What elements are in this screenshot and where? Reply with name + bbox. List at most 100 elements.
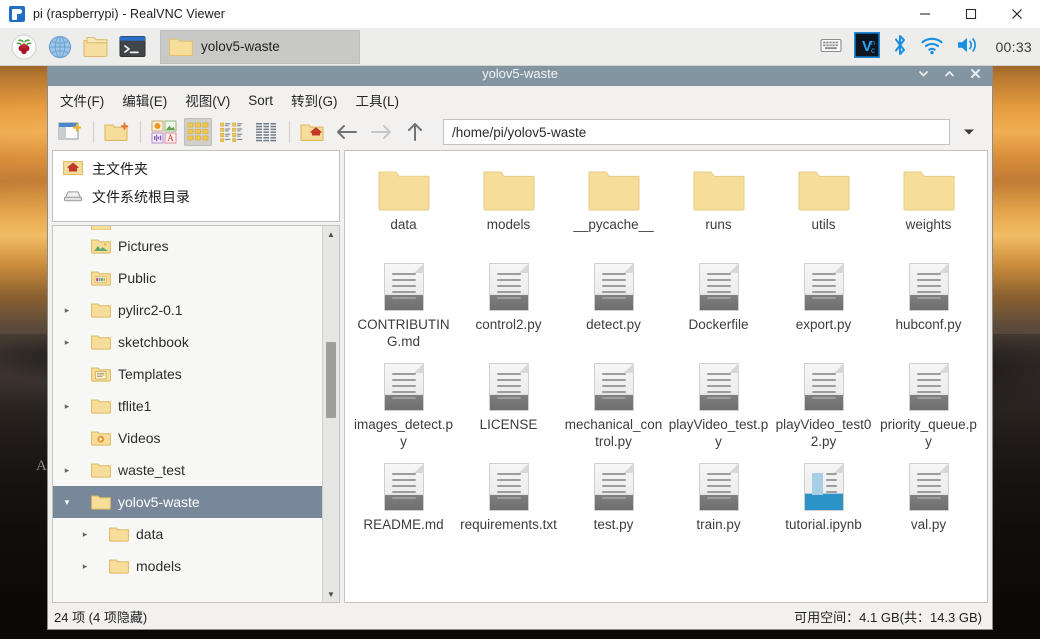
home-button[interactable] xyxy=(299,118,327,146)
up-button[interactable] xyxy=(401,118,429,146)
clock[interactable]: 00:33 xyxy=(995,39,1032,55)
tree-row[interactable]: ▸ waste_test xyxy=(53,454,322,486)
tree-row[interactable]: Pictures xyxy=(53,230,322,262)
icon-view-button[interactable] xyxy=(184,118,212,146)
scroll-up-icon[interactable]: ▲ xyxy=(323,226,339,242)
tree-row-label: tflite1 xyxy=(118,398,152,414)
menu-edit[interactable]: 编辑(E) xyxy=(122,90,167,110)
tree-row[interactable]: ▸ pylirc2-0.1 xyxy=(53,294,322,326)
file-item-train-py[interactable]: train.py xyxy=(666,459,771,559)
volume-icon[interactable] xyxy=(956,35,981,60)
raspberry-menu-icon[interactable] xyxy=(8,31,40,63)
tree-row[interactable]: Videos xyxy=(53,422,322,454)
new-window-button[interactable] xyxy=(56,118,84,146)
scrollbar-thumb[interactable] xyxy=(326,342,336,418)
place-item-home[interactable]: 主文件夹 xyxy=(53,155,339,183)
keyboard-icon[interactable] xyxy=(820,36,843,59)
file-item-contributing-md[interactable]: CONTRIBUTING.md xyxy=(351,259,456,359)
desktop-artifact: A xyxy=(36,458,47,474)
statusbar: 24 项 (4 项隐藏) 可用空间：4.1 GB(共：14.3 GB) xyxy=(48,603,992,629)
vnc-minimize-button[interactable] xyxy=(902,0,948,28)
file-item-readme-md[interactable]: README.md xyxy=(351,459,456,559)
place-item-filesystem[interactable]: 文件系统根目录 xyxy=(53,183,339,211)
tree-row[interactable]: ▸ tflite1 xyxy=(53,390,322,422)
file-item-dockerfile[interactable]: Dockerfile xyxy=(666,259,771,359)
file-item-tutorial-ipynb[interactable]: tutorial.ipynb xyxy=(771,459,876,559)
file-item-detect-py[interactable]: detect.py xyxy=(561,259,666,359)
file-item-models[interactable]: models xyxy=(456,159,561,259)
tree-twisty-icon[interactable]: ▸ xyxy=(77,561,93,572)
file-item-control2-py[interactable]: control2.py xyxy=(456,259,561,359)
file-manager-title: yolov5-waste xyxy=(482,65,558,81)
vnc-close-button[interactable] xyxy=(994,0,1040,28)
back-button[interactable] xyxy=(333,118,361,146)
path-value: /home/pi/yolov5-waste xyxy=(452,124,587,140)
tree-row[interactable]: Public xyxy=(53,262,322,294)
menu-view[interactable]: 视图(V) xyxy=(185,90,230,110)
file-item-export-py[interactable]: export.py xyxy=(771,259,876,359)
file-manager-icon[interactable] xyxy=(80,31,112,63)
tree-row[interactable]: Templates xyxy=(53,358,322,390)
file-item-pycache[interactable]: __pycache__ xyxy=(561,159,666,259)
places-panel: 主文件夹 文件系统根目录 xyxy=(52,150,340,222)
document-icon xyxy=(383,263,424,311)
tree-twisty-icon[interactable]: ▸ xyxy=(59,465,75,476)
tree-row-label: pylirc2-0.1 xyxy=(118,302,183,318)
file-item-label: control2.py xyxy=(475,317,542,332)
menu-sort[interactable]: Sort xyxy=(248,93,273,108)
menu-tools[interactable]: 工具(L) xyxy=(356,90,400,110)
tree-row[interactable]: ▸ data xyxy=(53,518,322,550)
vnc-server-icon[interactable]: V n c xyxy=(853,30,882,63)
wifi-icon[interactable] xyxy=(920,35,944,60)
file-item-runs[interactable]: runs xyxy=(666,159,771,259)
new-folder-button[interactable] xyxy=(103,118,131,146)
terminal-icon[interactable] xyxy=(116,31,148,63)
tree-row[interactable]: ▸ models xyxy=(53,550,322,582)
vnc-maximize-button[interactable] xyxy=(948,0,994,28)
file-item-license[interactable]: LICENSE xyxy=(456,359,561,459)
file-list-view[interactable]: data models __pycache__ runs utils weigh… xyxy=(344,150,988,603)
file-item-hubconf-py[interactable]: hubconf.py xyxy=(876,259,981,359)
directory-tree-scrollbar[interactable]: ▲ ▼ xyxy=(322,226,339,602)
scroll-down-icon[interactable]: ▼ xyxy=(323,586,339,602)
file-item-data[interactable]: data xyxy=(351,159,456,259)
file-item-test-py[interactable]: test.py xyxy=(561,459,666,559)
tree-twisty-icon[interactable]: ▸ xyxy=(77,529,93,540)
file-item-val-py[interactable]: val.py xyxy=(876,459,981,559)
file-item-mechanical-control-py[interactable]: mechanical_control.py xyxy=(561,359,666,459)
tree-twisty-icon[interactable]: ▸ xyxy=(59,337,75,348)
file-item-images-detect-py[interactable]: images_detect.py xyxy=(351,359,456,459)
tree-twisty-icon[interactable]: ▸ xyxy=(59,305,75,316)
menu-go[interactable]: 转到(G) xyxy=(291,90,338,110)
tree-twisty-icon[interactable]: ▸ xyxy=(59,401,75,412)
tree-row[interactable]: ▸ sketchbook xyxy=(53,326,322,358)
folder-icon xyxy=(169,38,193,56)
document-icon xyxy=(698,263,739,311)
bluetooth-icon[interactable] xyxy=(892,34,908,61)
task-button-yolov5-waste[interactable]: yolov5-waste xyxy=(160,29,360,64)
filter-file-type-button[interactable]: A xyxy=(150,118,178,146)
file-item-requirements-txt[interactable]: requirements.txt xyxy=(456,459,561,559)
folder-icon xyxy=(91,398,111,414)
vnc-window-controls xyxy=(902,0,1040,28)
directory-tree: Pictures Public ▸ pylirc2-0.1 ▸ sketchbo… xyxy=(52,225,340,603)
folder-icon xyxy=(798,163,850,211)
vnc-titlebar: pi (raspberrypi) - RealVNC Viewer xyxy=(0,0,1040,28)
file-item-playvideo-test-py[interactable]: playVideo_test.py xyxy=(666,359,771,459)
file-item-priority-queue-py[interactable]: priority_queue.py xyxy=(876,359,981,459)
menu-file[interactable]: 文件(F) xyxy=(60,90,104,110)
public-folder-icon xyxy=(91,270,111,286)
compact-view-button[interactable] xyxy=(218,118,246,146)
file-item-weights[interactable]: weights xyxy=(876,159,981,259)
forward-button[interactable] xyxy=(367,118,395,146)
path-input[interactable]: /home/pi/yolov5-waste xyxy=(443,119,950,145)
detailed-list-view-button[interactable] xyxy=(252,118,280,146)
remote-desktop-viewport[interactable]: A yolov5-waste V n c 00:33 yolov5-waste … xyxy=(0,28,1040,639)
tree-twisty-icon[interactable]: ▾ xyxy=(59,497,75,508)
path-dropdown-button[interactable] xyxy=(956,119,982,145)
file-item-playvideo-test02-py[interactable]: playVideo_test02.py xyxy=(771,359,876,459)
file-item-label: val.py xyxy=(910,517,947,532)
tree-row-selected-yolov5-waste[interactable]: ▾ yolov5-waste xyxy=(53,486,322,518)
file-item-utils[interactable]: utils xyxy=(771,159,876,259)
web-browser-icon[interactable] xyxy=(44,31,76,63)
